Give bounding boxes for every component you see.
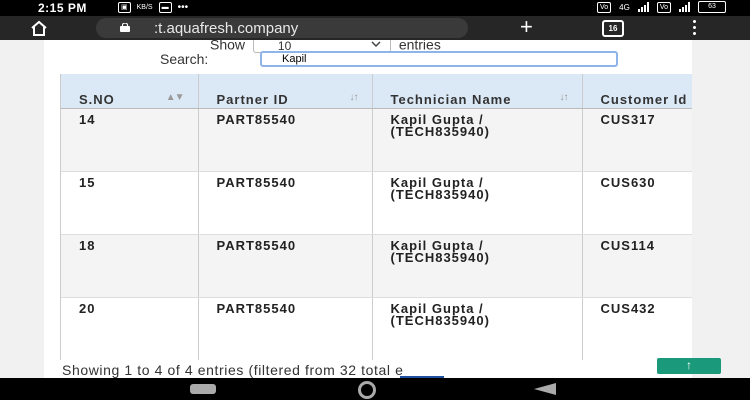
cell-partner-id: PART85540 <box>198 108 373 172</box>
tab-switcher-button[interactable]: 16 <box>602 20 624 37</box>
table-row: 18 PART85540 Kapil Gupta / (TECH835940) … <box>61 234 692 298</box>
notification-message-icon: ▬ <box>158 2 172 13</box>
network-type: 4G <box>619 2 630 12</box>
cell-technician-name: Kapil Gupta / (TECH835940) <box>372 108 583 172</box>
column-header-label: Technician Name <box>390 91 512 107</box>
home-icon[interactable] <box>30 19 48 37</box>
recent-apps-icon[interactable] <box>190 384 216 394</box>
clock: 2:15 PM <box>38 1 87 15</box>
web-page: Show 10 entries Search: S.NO <box>0 40 750 378</box>
cell-customer-id: CUS630 <box>582 171 692 235</box>
column-header-label: Customer Id <box>600 91 688 107</box>
back-to-top-button[interactable]: ↑ <box>657 358 721 374</box>
column-header-label: Partner ID <box>216 91 289 107</box>
table-row: 14 PART85540 Kapil Gupta / (TECH835940) … <box>61 108 692 172</box>
signal-icon <box>637 2 649 12</box>
cell-customer-id: CUS317 <box>582 108 692 172</box>
cell-technician-name: Kapil Gupta / (TECH835940) <box>372 171 583 235</box>
search-input[interactable] <box>260 51 618 67</box>
sort-icon: ↓↑ <box>559 91 569 103</box>
table-row: 15 PART85540 Kapil Gupta / (TECH835940) … <box>61 171 692 235</box>
column-header-sno[interactable]: S.NO ▲▼ <box>61 74 199 109</box>
home-nav-icon[interactable] <box>358 381 376 399</box>
cell-customer-id: CUS114 <box>582 234 692 298</box>
status-bar: 2:15 PM ▣ KB/S ▬ ••• Vo 4G Vo 63 <box>0 0 750 16</box>
signal-icon-2 <box>679 2 690 12</box>
more-notifications-icon: ••• <box>177 2 189 13</box>
column-header-technician-name[interactable]: Technician Name ↓↑ <box>372 74 583 109</box>
chevron-down-icon <box>371 41 381 48</box>
cell-partner-id: PART85540 <box>198 234 373 298</box>
cell-customer-id: CUS432 <box>582 297 692 360</box>
cell-partner-id: PART85540 <box>198 297 373 360</box>
cell-sno: 14 <box>61 108 199 172</box>
address-bar[interactable]: :t.aquafresh.company <box>96 18 468 38</box>
sort-asc-icon: ▲▼ <box>165 91 185 103</box>
new-tab-icon[interactable]: + <box>520 16 533 38</box>
cell-sno: 20 <box>61 297 199 360</box>
volte-icon-2: Vo <box>656 1 671 13</box>
notification-app-icon: ▣ <box>118 2 131 13</box>
table-info: Showing 1 to 4 of 4 entries (filtered fr… <box>62 362 404 378</box>
table-row: 20 PART85540 Kapil Gupta / (TECH835940) … <box>61 297 692 360</box>
cell-technician-name: Kapil Gupta / (TECH835940) <box>372 297 583 360</box>
lock-icon <box>120 23 130 32</box>
cell-sno: 18 <box>61 234 199 298</box>
sort-icon: ↓↑ <box>349 91 359 103</box>
more-menu-icon[interactable] <box>692 19 696 37</box>
page-content: Show 10 entries Search: S.NO <box>44 40 692 378</box>
back-icon[interactable] <box>534 383 556 395</box>
notification-icons: ▣ KB/S ▬ ••• <box>118 2 188 13</box>
table-header-row: S.NO ▲▼ Partner ID ↓↑ Technician Name ↓↑ <box>61 74 692 109</box>
system-navigation-bar <box>0 378 750 400</box>
battery-icon: 63 <box>698 1 726 13</box>
browser-toolbar: :t.aquafresh.company + 16 <box>0 16 750 40</box>
cell-partner-id: PART85540 <box>198 171 373 235</box>
data-table-wrapper: S.NO ▲▼ Partner ID ↓↑ Technician Name ↓↑ <box>60 74 692 360</box>
search-label: Search: <box>160 51 209 67</box>
show-label: Show <box>210 40 246 53</box>
data-table: S.NO ▲▼ Partner ID ↓↑ Technician Name ↓↑ <box>61 74 692 360</box>
data-speed-icon: KB/S <box>136 4 153 11</box>
cell-technician-name: Kapil Gupta / (TECH835940) <box>372 234 583 298</box>
column-header-partner-id[interactable]: Partner ID ↓↑ <box>198 74 373 109</box>
column-header-label: S.NO <box>79 91 115 107</box>
cell-sno: 15 <box>61 171 199 235</box>
url-text: :t.aquafresh.company <box>154 20 299 37</box>
column-header-customer-id[interactable]: Customer Id <box>582 74 692 109</box>
system-icons: Vo 4G Vo 63 <box>596 1 726 13</box>
volte-icon: Vo <box>596 1 612 13</box>
